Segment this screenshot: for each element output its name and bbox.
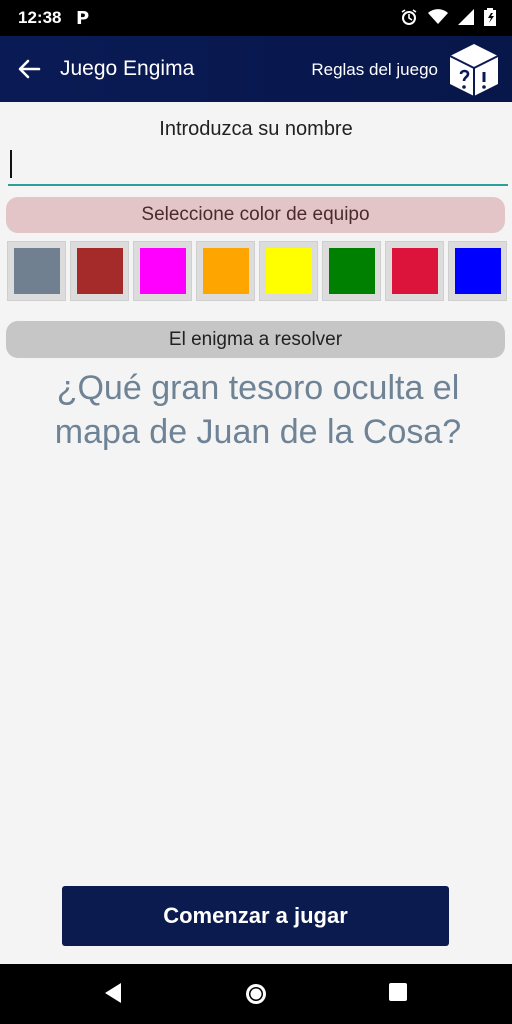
battery-icon	[484, 8, 496, 31]
status-icons	[400, 8, 496, 31]
color-swatch-brown[interactable]	[70, 241, 129, 301]
nav-back-icon[interactable]	[103, 982, 123, 1009]
color-swatch-slate-gray[interactable]	[7, 241, 66, 301]
text-caret	[10, 150, 12, 178]
wifi-icon	[428, 9, 448, 30]
nav-home-icon[interactable]	[244, 982, 268, 1011]
nav-recents-icon[interactable]	[388, 982, 408, 1007]
status-time: 12:38	[18, 8, 62, 27]
color-fill	[202, 248, 249, 294]
color-fill	[265, 248, 312, 294]
dice-icon[interactable]	[446, 42, 502, 98]
color-swatch-green[interactable]	[322, 241, 381, 301]
team-color-label: Seleccione color de equipo	[6, 197, 505, 233]
color-fill	[454, 248, 501, 294]
back-arrow-icon[interactable]	[16, 56, 42, 82]
alarm-icon	[400, 8, 418, 31]
color-swatch-crimson[interactable]	[385, 241, 444, 301]
enigma-label: El enigma a resolver	[6, 321, 505, 358]
app-bar: Juego Engima Reglas del juego	[0, 36, 512, 102]
status-bar: 12:38 P	[0, 0, 512, 36]
color-swatch-blue[interactable]	[448, 241, 507, 301]
parking-app-icon: P	[76, 8, 90, 29]
color-swatch-orange[interactable]	[196, 241, 255, 301]
rules-link[interactable]: Reglas del juego	[311, 60, 438, 80]
name-label: Introduzca su nombre	[159, 118, 353, 140]
color-fill	[139, 248, 186, 294]
color-fill	[328, 248, 375, 294]
color-swatch-magenta[interactable]	[133, 241, 192, 301]
navigation-bar	[0, 964, 512, 1024]
color-swatch-yellow[interactable]	[259, 241, 318, 301]
color-picker	[7, 241, 507, 302]
color-fill	[76, 248, 123, 294]
signal-icon	[458, 9, 474, 30]
color-fill	[391, 248, 438, 294]
name-input[interactable]	[8, 144, 508, 186]
start-game-button[interactable]: Comenzar a jugar	[62, 886, 449, 946]
enigma-question: ¿Qué gran tesoro oculta el mapa de Juan …	[54, 369, 462, 451]
color-fill	[13, 248, 60, 294]
page-title: Juego Engima	[60, 57, 195, 80]
